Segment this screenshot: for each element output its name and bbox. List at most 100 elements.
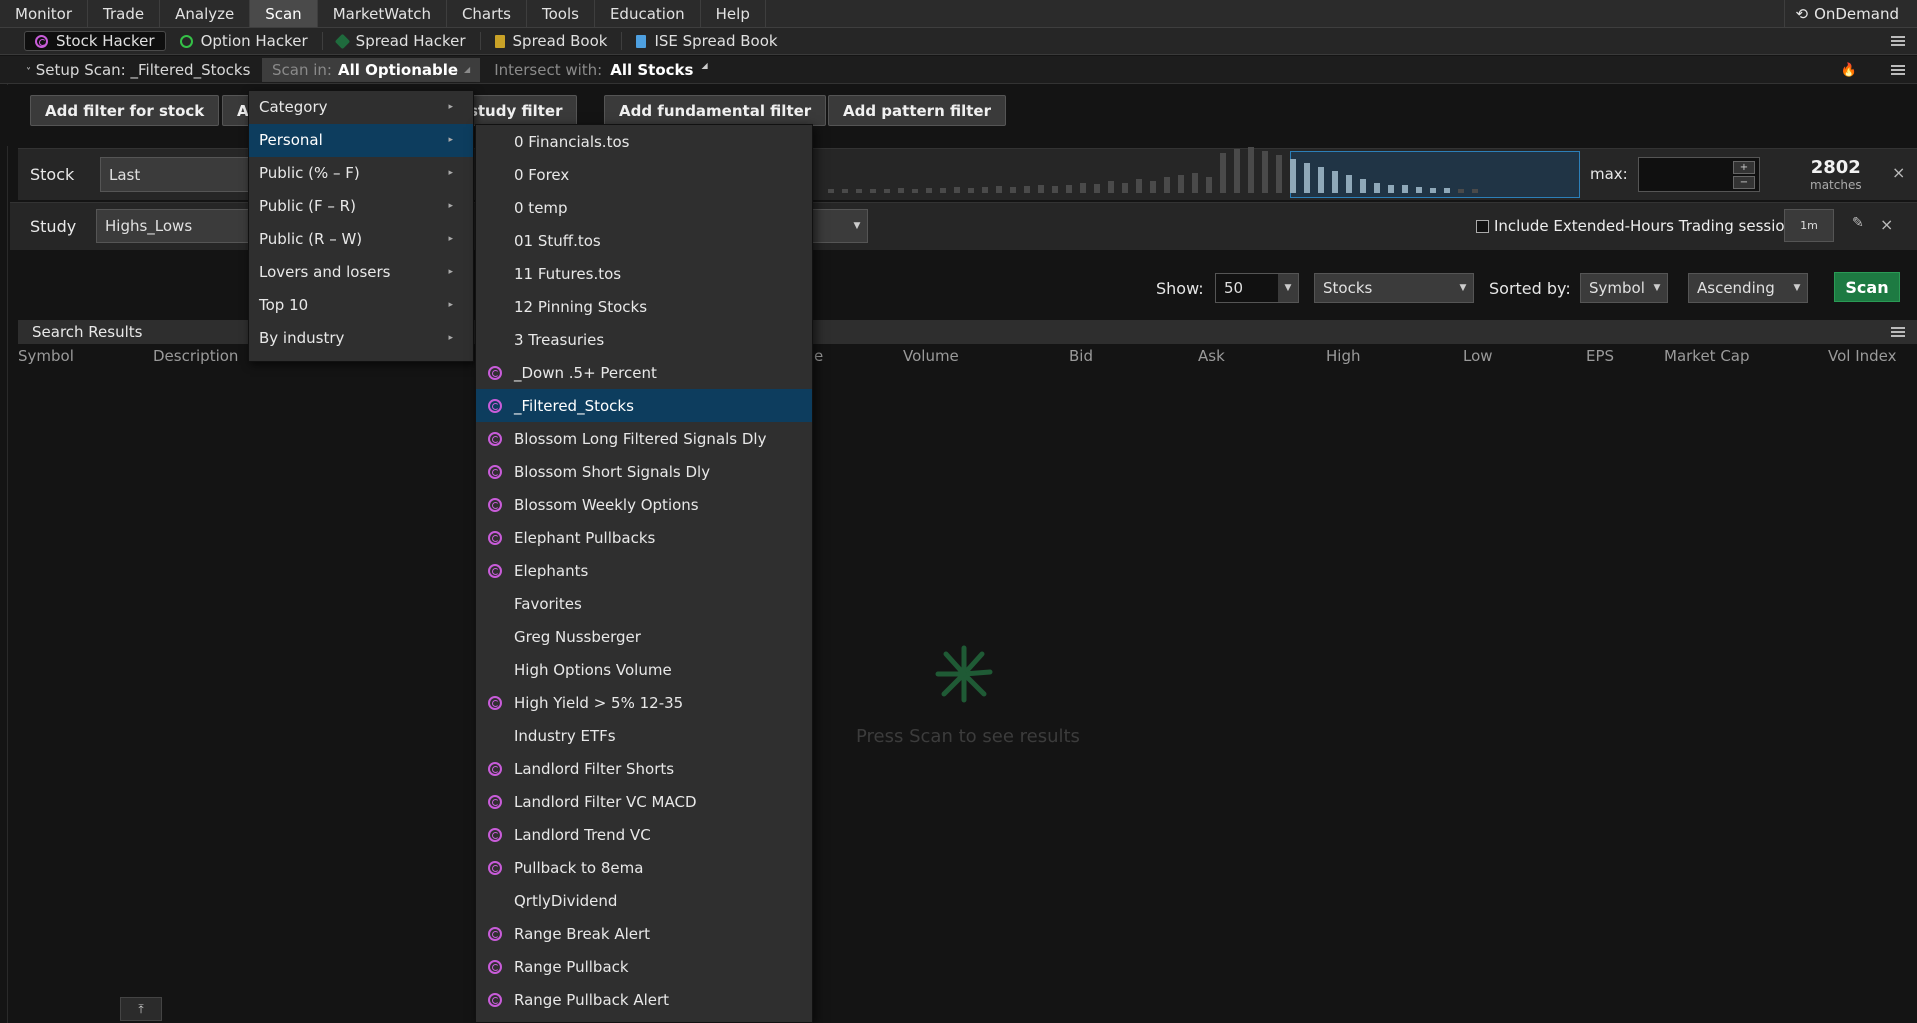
menu-item-category[interactable]: Top 10 ▸ xyxy=(249,289,473,322)
column-header-ask[interactable]: Ask xyxy=(1198,347,1225,365)
menu-item-scan[interactable]: _Filtered_Stocks xyxy=(476,389,812,422)
menu-item-scan[interactable]: Greg Nussberger xyxy=(476,620,812,653)
tab-spread-book[interactable]: Spread Book xyxy=(485,31,618,51)
intersect-dropdown[interactable]: Intersect with: All Stocks ◢ xyxy=(494,61,707,79)
menu-item-scan[interactable]: Landlord Filter Shorts xyxy=(476,752,812,785)
menu-item-scan[interactable]: 12 Pinning Stocks xyxy=(476,290,812,323)
menu-item-category[interactable]: Personal ▸ xyxy=(249,124,473,157)
decrement-button[interactable]: − xyxy=(1733,176,1755,189)
histogram-bar xyxy=(1066,185,1072,193)
column-header-vol-index[interactable]: Vol Index xyxy=(1828,347,1897,365)
menu-item-scan[interactable]: Elephant Pullbacks xyxy=(476,521,812,554)
increment-button[interactable]: + xyxy=(1733,161,1755,174)
menu-monitor[interactable]: Monitor xyxy=(0,0,89,27)
scan-in-dropdown[interactable]: Scan in: All Optionable ◢ xyxy=(262,57,481,82)
timeframe-button[interactable]: 1m xyxy=(1784,209,1834,242)
menu-item-category[interactable]: Category ▸ xyxy=(249,91,473,124)
menu-item-scan[interactable]: Range Pullback xyxy=(476,950,812,983)
range-histogram[interactable] xyxy=(828,147,1580,199)
setup-scan-toggle[interactable]: ˅ Setup Scan: _Filtered_Stocks xyxy=(0,61,262,79)
menu-item-scan[interactable]: Range Pullback Alert xyxy=(476,983,812,1016)
menu-help[interactable]: Help xyxy=(701,0,766,27)
column-header-truncated[interactable]: e xyxy=(814,347,823,365)
menu-item-scan[interactable]: 0 Forex xyxy=(476,158,812,191)
tab-spread-hacker[interactable]: Spread Hacker xyxy=(327,31,476,51)
tab-stock-hacker[interactable]: Stock Hacker xyxy=(24,31,166,51)
study-select[interactable]: Highs_Lows xyxy=(96,209,260,243)
tab-ise-spread-book[interactable]: ISE Spread Book xyxy=(626,31,787,51)
menu-item-scan[interactable]: Landlord Trend VC xyxy=(476,818,812,851)
sort-order-select[interactable]: Ascending ▼ xyxy=(1688,273,1808,303)
column-header-market-cap[interactable]: Market Cap xyxy=(1664,347,1750,365)
scan-subtabs: Stock Hacker Option Hacker Spread Hacker… xyxy=(0,28,1917,55)
column-header-description[interactable]: Description xyxy=(153,347,238,365)
menu-item-icon-slot xyxy=(476,761,514,776)
menu-item-scan[interactable]: Blossom Long Filtered Signals Dly xyxy=(476,422,812,455)
menu-scan[interactable]: Scan xyxy=(250,0,318,27)
chevron-right-icon: ▸ xyxy=(448,201,453,211)
histogram-bar xyxy=(954,187,960,193)
close-icon[interactable]: × xyxy=(1880,215,1893,234)
menu-item-scan[interactable]: Pullback to 8ema xyxy=(476,851,812,884)
menu-tools[interactable]: Tools xyxy=(527,0,595,27)
menu-item-scan[interactable]: High Yield > 5% 12-35 xyxy=(476,686,812,719)
menu-trade[interactable]: Trade xyxy=(88,0,161,27)
menu-charts[interactable]: Charts xyxy=(447,0,527,27)
panel-menu-icon[interactable] xyxy=(1891,36,1905,46)
menu-item-scan[interactable]: 3 Treasuries xyxy=(476,323,812,356)
menu-item-category[interactable]: By industry ▸ xyxy=(249,322,473,355)
extended-hours-checkbox[interactable] xyxy=(1476,219,1489,233)
add-stock-filter-button[interactable]: Add filter for stock xyxy=(30,95,220,126)
menu-item-icon-slot xyxy=(476,992,514,1007)
scan-button[interactable]: Scan xyxy=(1834,272,1900,302)
menu-item-scan[interactable]: Blossom Short Signals Dly xyxy=(476,455,812,488)
menu-item-scan[interactable]: 01 Stuff.tos xyxy=(476,224,812,257)
menu-item-scan[interactable]: Favorites xyxy=(476,587,812,620)
column-header-eps[interactable]: EPS xyxy=(1586,347,1614,365)
menu-item-scan[interactable]: Blossom Weekly Options xyxy=(476,488,812,521)
menu-item-icon-slot xyxy=(476,563,514,578)
menu-item-scan[interactable]: 0 temp xyxy=(476,191,812,224)
show-count-select[interactable]: 50 ▼ xyxy=(1215,273,1299,303)
column-header-high[interactable]: High xyxy=(1326,347,1360,365)
sort-field-select[interactable]: Symbol ▼ xyxy=(1580,273,1668,303)
menu-item-scan[interactable]: _Down .5+ Percent xyxy=(476,356,812,389)
menu-item-scan[interactable]: Elephants xyxy=(476,554,812,587)
column-header-bid[interactable]: Bid xyxy=(1069,347,1093,365)
study-param-select[interactable]: ▼ xyxy=(810,209,868,243)
menu-item-scan[interactable]: 11 Futures.tos xyxy=(476,257,812,290)
panel-menu-icon[interactable] xyxy=(1891,327,1905,337)
menu-item-category[interactable]: Public (% – F) ▸ xyxy=(249,157,473,190)
column-header-low[interactable]: Low xyxy=(1463,347,1493,365)
instrument-type-select[interactable]: Stocks ▼ xyxy=(1314,273,1474,303)
extended-hours-option[interactable]: Include Extended-Hours Trading session xyxy=(1476,217,1794,235)
menu-item-scan[interactable]: Landlord Filter VC MACD xyxy=(476,785,812,818)
panel-menu-icon[interactable] xyxy=(1891,65,1905,75)
add-fundamental-filter-button[interactable]: Add fundamental filter xyxy=(604,95,827,126)
ondemand-label: OnDemand xyxy=(1814,5,1899,23)
max-input[interactable]: + − xyxy=(1638,157,1760,192)
histogram-bar xyxy=(1472,189,1478,193)
menu-item-icon-slot xyxy=(476,464,514,479)
menu-item-category[interactable]: Public (F – R) ▸ xyxy=(249,190,473,223)
collapse-up-icon[interactable]: ⤒ xyxy=(120,997,162,1021)
menu-item-category[interactable]: Public (R – W) ▸ xyxy=(249,223,473,256)
close-icon[interactable]: × xyxy=(1892,163,1905,182)
menu-item-scan[interactable]: QrtlyDividend xyxy=(476,884,812,917)
column-header-volume[interactable]: Volume xyxy=(903,347,959,365)
flame-icon[interactable]: 🔥 xyxy=(1841,63,1857,78)
edit-pencil-icon[interactable]: ✎ xyxy=(1852,215,1864,231)
ondemand-button[interactable]: ⟲ OnDemand xyxy=(1784,0,1917,28)
menu-marketwatch[interactable]: MarketWatch xyxy=(318,0,447,27)
menu-education[interactable]: Education xyxy=(595,0,701,27)
menu-item-scan[interactable]: Industry ETFs xyxy=(476,719,812,752)
add-pattern-filter-button[interactable]: Add pattern filter xyxy=(828,95,1006,126)
column-header-symbol[interactable]: Symbol xyxy=(18,347,74,365)
menu-item-category[interactable]: Lovers and losers ▸ xyxy=(249,256,473,289)
tab-option-hacker[interactable]: Option Hacker xyxy=(170,31,318,51)
menu-item-scan[interactable]: Range Break Alert xyxy=(476,917,812,950)
menu-analyze[interactable]: Analyze xyxy=(160,0,251,27)
chevron-down-icon: ˅ xyxy=(26,66,31,78)
menu-item-scan[interactable]: High Options Volume xyxy=(476,653,812,686)
menu-item-scan[interactable]: 0 Financials.tos xyxy=(476,125,812,158)
